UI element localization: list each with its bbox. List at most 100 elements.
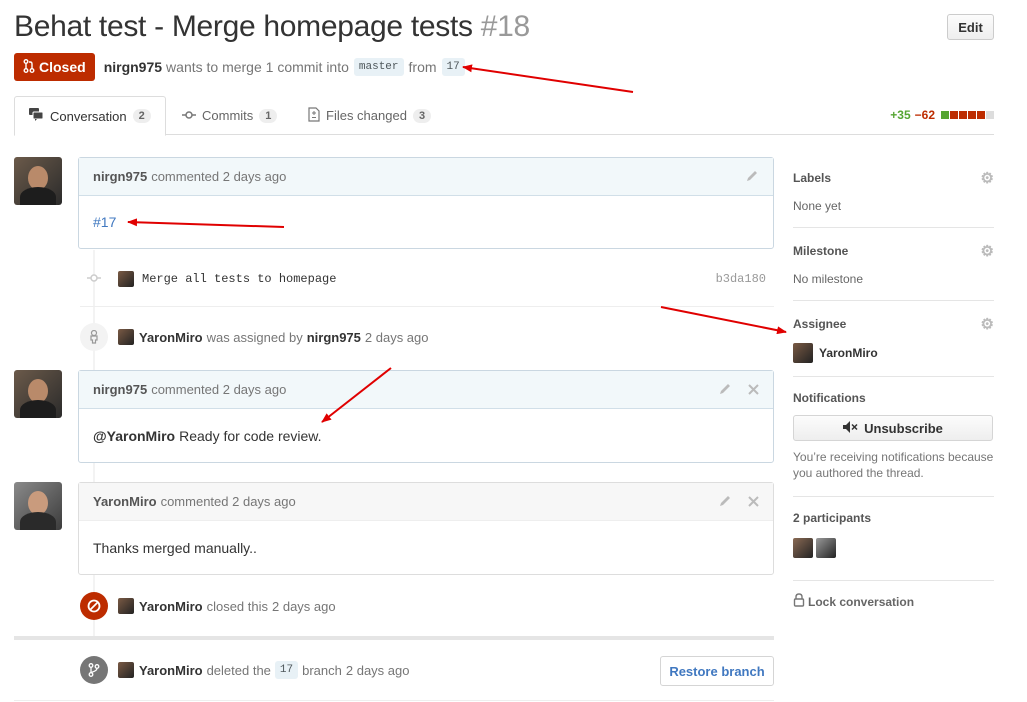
diffstat-block (968, 111, 976, 119)
timeline-divider (14, 636, 774, 640)
comment-time[interactable]: 2 days ago (223, 382, 287, 397)
tab-commits[interactable]: Commits 1 (168, 96, 291, 135)
pencil-icon[interactable] (745, 169, 759, 186)
assigned-event: YaronMiro was assigned by nirgn975 2 day… (80, 323, 429, 351)
commit-sha[interactable]: b3da180 (716, 272, 766, 286)
close-icon[interactable] (748, 494, 759, 511)
comment-action: commented (160, 494, 229, 509)
pull-request-meta: Closed nirgn975 wants to merge 1 commit … (14, 53, 470, 81)
comment-author[interactable]: YaronMiro (93, 494, 157, 509)
event-actor[interactable]: YaronMiro (139, 663, 203, 678)
git-branch-icon (80, 656, 108, 684)
comment-header: nirgn975 commented 2 days ago (79, 158, 773, 196)
issue-reference-link[interactable]: #17 (93, 214, 116, 230)
branch-deleted-event: YaronMiro deleted the 17 branch 2 days a… (80, 656, 409, 684)
person-icon (80, 323, 108, 351)
comment-actions (718, 494, 759, 511)
event-time[interactable]: 2 days ago (365, 330, 429, 345)
diffstat-block (941, 111, 949, 119)
commit-message[interactable]: Merge all tests to homepage (142, 272, 336, 286)
file-diff-icon (308, 106, 320, 125)
gear-icon[interactable]: ⚙ (981, 315, 994, 333)
event-text: was assigned by (206, 329, 303, 345)
avatar[interactable] (118, 329, 134, 345)
comment: nirgn975 commented 2 days ago @YaronMiro… (78, 370, 774, 463)
meta-from-text: from (408, 59, 437, 75)
close-icon[interactable] (748, 382, 759, 399)
avatar[interactable] (14, 370, 62, 418)
lock-icon (793, 593, 805, 610)
tab-conversation-counter: 2 (132, 109, 151, 123)
diffstat: +35 −62 (890, 108, 994, 122)
diffstat-block (950, 111, 958, 119)
comment-body: Thanks merged manually.. (79, 521, 773, 574)
user-mention[interactable]: @YaronMiro (93, 428, 175, 444)
comment-time[interactable]: 2 days ago (223, 169, 287, 184)
labels-heading: Labels (793, 171, 832, 185)
diffstat-block (986, 111, 994, 119)
sidebar-labels: Labels ⚙ None yet (793, 169, 994, 228)
participants-heading: 2 participants (793, 511, 872, 525)
assignee-item[interactable]: YaronMiro (793, 343, 994, 363)
pull-request-number: #18 (480, 10, 530, 43)
participant-avatar[interactable] (793, 538, 813, 558)
diffstat-blocks (941, 111, 994, 119)
gear-icon[interactable]: ⚙ (981, 242, 994, 260)
comment-time[interactable]: 2 days ago (232, 494, 296, 509)
tab-conversation-label: Conversation (50, 108, 127, 124)
comment-author[interactable]: nirgn975 (93, 382, 147, 397)
tab-files-counter: 3 (412, 108, 432, 123)
sidebar-milestone: Milestone ⚙ No milestone (793, 242, 994, 301)
comment-author[interactable]: nirgn975 (93, 169, 147, 184)
comment-action: commented (151, 382, 220, 397)
event-text-branch: branch (302, 662, 342, 678)
comment-icon (29, 108, 44, 124)
base-branch-tag: master (353, 58, 404, 76)
meta-wants-text: wants to merge 1 commit into (166, 59, 349, 75)
unsubscribe-button[interactable]: Unsubscribe (793, 415, 993, 441)
event-time[interactable]: 2 days ago (272, 599, 336, 614)
avatar (793, 343, 813, 363)
event-actor[interactable]: YaronMiro (139, 599, 203, 614)
pencil-icon[interactable] (718, 494, 732, 511)
mute-icon (843, 420, 858, 436)
sidebar-assignee: Assignee ⚙ YaronMiro (793, 315, 994, 377)
comment: YaronMiro commented 2 days ago Thanks me… (78, 482, 774, 575)
tab-conversation[interactable]: Conversation 2 (14, 96, 166, 136)
commit-row: Merge all tests to homepage b3da180 (80, 266, 774, 292)
state-badge: Closed (14, 53, 95, 81)
avatar[interactable] (118, 598, 134, 614)
event-time[interactable]: 2 days ago (346, 663, 410, 678)
pencil-icon[interactable] (718, 382, 732, 399)
milestone-heading: Milestone (793, 244, 849, 258)
diffstat-additions: +35 (890, 108, 911, 122)
participant-avatar[interactable] (816, 538, 836, 558)
pr-author-link[interactable]: nirgn975 (104, 59, 162, 75)
closed-event: YaronMiro closed this 2 days ago (80, 592, 336, 620)
divider (14, 700, 774, 701)
labels-value: None yet (793, 199, 842, 213)
diffstat-block (959, 111, 967, 119)
assignee-heading: Assignee (793, 317, 847, 331)
restore-branch-button[interactable]: Restore branch (660, 656, 774, 686)
annotation-arrow (660, 306, 787, 335)
gear-icon[interactable]: ⚙ (981, 169, 994, 187)
avatar[interactable] (118, 662, 134, 678)
pr-tabs: Conversation 2 Commits 1 Files changed 3 (14, 96, 994, 136)
pull-request-title: Behat test - Merge homepage tests #18 (14, 10, 530, 44)
edit-button[interactable]: Edit (947, 14, 994, 40)
head-branch-tag: 17 (441, 58, 465, 76)
diffstat-block (977, 111, 985, 119)
avatar[interactable] (14, 157, 62, 205)
comment-body: @YaronMiro Ready for code review. (79, 409, 773, 462)
event-text: deleted the (206, 662, 271, 678)
event-by[interactable]: nirgn975 (307, 330, 361, 345)
avatar[interactable] (118, 271, 134, 287)
state-label: Closed (39, 59, 86, 75)
divider (80, 306, 774, 307)
tab-files-changed[interactable]: Files changed 3 (294, 96, 445, 135)
lock-conversation-link[interactable]: Lock conversation (793, 593, 914, 610)
avatar[interactable] (14, 482, 62, 530)
comment-actions (718, 382, 759, 399)
event-actor[interactable]: YaronMiro (139, 330, 203, 345)
